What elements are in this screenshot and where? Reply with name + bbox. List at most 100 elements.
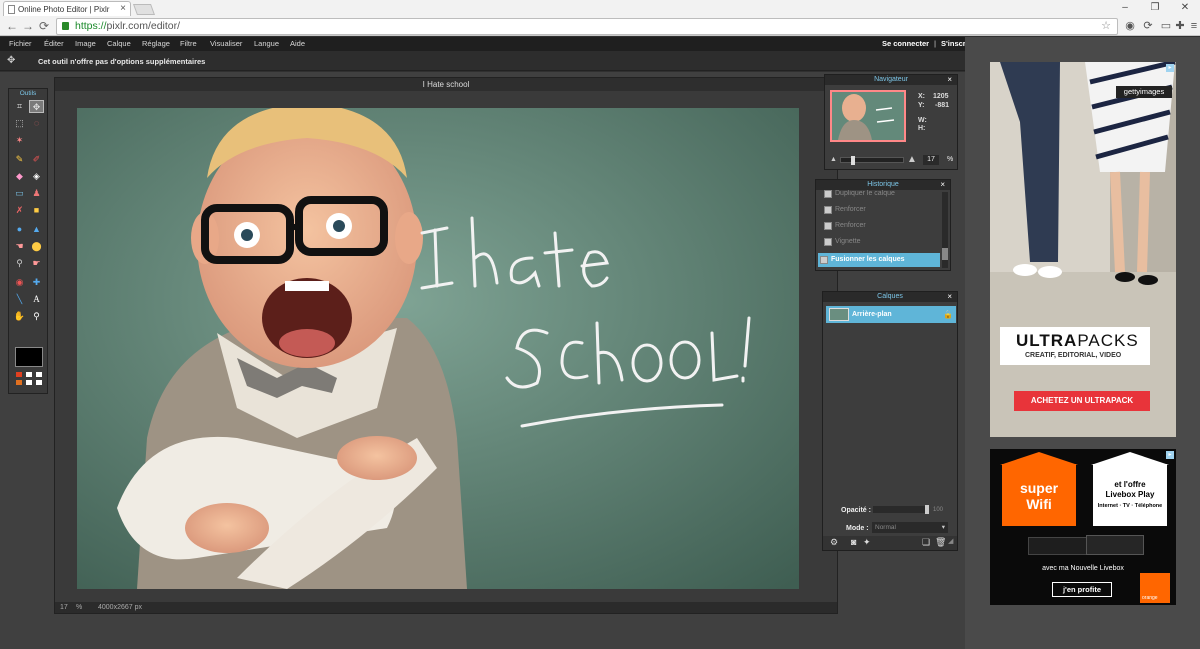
swatch-mini-4[interactable] xyxy=(16,380,22,385)
ad2-wifi-box: super Wifi xyxy=(1000,452,1078,526)
layer-row[interactable]: Arrière-plan 🔒 xyxy=(826,306,956,323)
menu-langue[interactable]: Langue xyxy=(254,39,279,48)
wand-tool-icon[interactable]: ✶ xyxy=(12,134,27,147)
new-layer-icon[interactable]: ❏ xyxy=(922,537,930,548)
bucket-tool-icon[interactable]: ◈ xyxy=(29,170,44,183)
swatch-mini-3[interactable] xyxy=(36,372,42,377)
gradient-tool-icon[interactable]: ▭ xyxy=(12,187,27,200)
menu-fichier[interactable]: Fichier xyxy=(9,39,32,48)
menu-filtre[interactable]: Filtre xyxy=(180,39,197,48)
zoom-slider-handle[interactable] xyxy=(851,156,855,165)
swatch-mini-1[interactable] xyxy=(16,372,22,377)
new-tab-button[interactable] xyxy=(132,4,156,15)
zoom-in-icon[interactable]: ▲ xyxy=(907,154,917,165)
ad1-subline: CREATIF, EDITORIAL, VIDEO xyxy=(1025,352,1122,359)
adchoices-icon[interactable]: ▸ xyxy=(1166,451,1174,459)
document-zoom[interactable]: 17 xyxy=(60,602,68,613)
ad2-cta-button[interactable]: j'en profite xyxy=(1052,582,1112,597)
color-swatch[interactable] xyxy=(15,347,43,367)
bookmark-star-icon[interactable]: ☆ xyxy=(1101,19,1111,34)
burn-tool-icon[interactable]: ☛ xyxy=(29,257,44,270)
blend-mode-select[interactable]: Normal ▾ xyxy=(872,522,948,533)
resize-handle-icon[interactable]: ◢ xyxy=(948,537,953,545)
window-close-button[interactable]: ✕ xyxy=(1170,0,1200,16)
ad-gettyimages[interactable]: gettyimages ULTRAPACKS CREATIF, EDITORIA… xyxy=(990,62,1176,437)
hand-tool-icon[interactable]: ✋ xyxy=(12,310,27,323)
swatch-mini-6[interactable] xyxy=(36,380,42,385)
menu-aide[interactable]: Aide xyxy=(290,39,305,48)
history-scrollbar[interactable] xyxy=(942,192,948,268)
address-bar[interactable]: https://pixlr.com/editor/ ☆ xyxy=(56,18,1118,35)
history-item-selected[interactable]: Fusionner les calques xyxy=(818,253,940,267)
smudge-tool-icon[interactable]: ☚ xyxy=(12,240,27,253)
layers-close-icon[interactable]: × xyxy=(947,292,952,302)
bloat-tool-icon[interactable]: ╲ xyxy=(12,293,27,306)
browser-menu-icon[interactable]: ≡ xyxy=(1188,20,1200,32)
login-link[interactable]: Se connecter xyxy=(882,39,929,48)
forward-icon[interactable]: → xyxy=(22,19,34,33)
sponge-tool-icon[interactable]: ⬤ xyxy=(29,240,44,253)
swatch-mini-2[interactable] xyxy=(26,372,32,377)
trash-icon[interactable]: 🗑 xyxy=(935,537,946,548)
mode-label: Mode : xyxy=(846,525,869,532)
back-icon[interactable]: ← xyxy=(6,19,18,33)
tab-close-icon[interactable]: × xyxy=(120,3,126,14)
nav-zoom-input[interactable]: 17 xyxy=(923,155,939,165)
type-tool-icon[interactable]: A xyxy=(29,293,44,306)
pencil-tool-icon[interactable]: ✎ xyxy=(12,153,27,166)
layer-thumbnail xyxy=(829,308,849,321)
extension-puzzle-icon[interactable]: ✚ xyxy=(1174,20,1186,32)
stamp-tool-icon[interactable]: ♟ xyxy=(29,187,44,200)
zoom-out-icon[interactable]: ▲ xyxy=(830,156,837,163)
swatch-mini-5[interactable] xyxy=(26,380,32,385)
opacity-slider-handle[interactable] xyxy=(925,505,929,514)
image-canvas[interactable] xyxy=(77,108,799,589)
history-scroll-thumb[interactable] xyxy=(942,248,948,260)
zoom-tool-icon[interactable]: ⚲ xyxy=(29,310,44,323)
history-step-icon xyxy=(824,222,832,230)
cast-icon[interactable]: ▭ xyxy=(1160,20,1172,32)
ad1-cta-button[interactable]: ACHETEZ UN ULTRAPACK xyxy=(1014,391,1150,411)
lock-icon[interactable]: 🔒 xyxy=(943,306,953,323)
ad-orange[interactable]: super Wifi et l'offre Livebox Play Internet… xyxy=(990,449,1176,605)
history-item[interactable]: Renforcer xyxy=(822,219,940,233)
history-item[interactable]: Dupliquer le calque xyxy=(822,190,940,201)
signup-link[interactable]: S'inscr xyxy=(941,39,966,48)
move-tool-icon[interactable]: ✥ xyxy=(29,100,44,113)
sharpen-tool-icon[interactable]: ▲ xyxy=(29,223,44,236)
menu-editer[interactable]: Éditer xyxy=(44,39,64,48)
layer-styles-icon[interactable]: ✦ xyxy=(863,537,871,548)
navigator-thumbnail[interactable] xyxy=(830,90,906,142)
menu-reglage[interactable]: Réglage xyxy=(142,39,170,48)
crop-tool-icon[interactable]: ⌗ xyxy=(12,100,27,113)
eraser-tool-icon[interactable]: ◆ xyxy=(12,170,27,183)
minimize-button[interactable]: – xyxy=(1110,0,1140,16)
history-item[interactable]: Renforcer xyxy=(822,203,940,217)
redeye-tool-icon[interactable]: ◉ xyxy=(12,276,27,289)
menu-visualiser[interactable]: Visualiser xyxy=(210,39,242,48)
extension-icon-1[interactable]: ◉ xyxy=(1124,20,1136,32)
colorreplace-tool-icon[interactable]: ✗ xyxy=(12,204,27,217)
spot-heal-tool-icon[interactable]: ✚ xyxy=(29,276,44,289)
menu-image[interactable]: Image xyxy=(75,39,96,48)
opacity-slider[interactable] xyxy=(873,505,929,514)
layer-settings-icon[interactable]: ⚙ xyxy=(830,537,838,548)
reload-icon[interactable]: ⟳ xyxy=(39,19,49,33)
gettyimages-logo: gettyimages xyxy=(1116,86,1172,98)
brush-tool-icon[interactable]: ✐ xyxy=(29,153,44,166)
history-close-icon[interactable]: × xyxy=(940,180,945,190)
marquee-tool-icon[interactable]: ⬚ xyxy=(12,117,27,130)
browser-tab[interactable]: Online Photo Editor | Pixlr × xyxy=(3,1,131,16)
lasso-tool-icon[interactable]: ◌ xyxy=(29,117,44,130)
zoom-slider[interactable] xyxy=(840,156,904,165)
blur-tool-icon[interactable]: ● xyxy=(12,223,27,236)
maximize-button[interactable]: ❐ xyxy=(1140,0,1170,16)
navigator-close-icon[interactable]: × xyxy=(947,75,952,85)
adchoices-icon[interactable]: ▸ xyxy=(1166,64,1174,72)
layer-mask-icon[interactable]: ◙ xyxy=(851,537,856,547)
history-item[interactable]: Vignette xyxy=(822,235,940,249)
dodge-tool-icon[interactable]: ⚲ xyxy=(12,257,27,270)
menu-calque[interactable]: Calque xyxy=(107,39,131,48)
drawing-tool-icon[interactable]: ■ xyxy=(29,204,44,217)
extension-icon-2[interactable]: ⟳ xyxy=(1142,20,1154,32)
